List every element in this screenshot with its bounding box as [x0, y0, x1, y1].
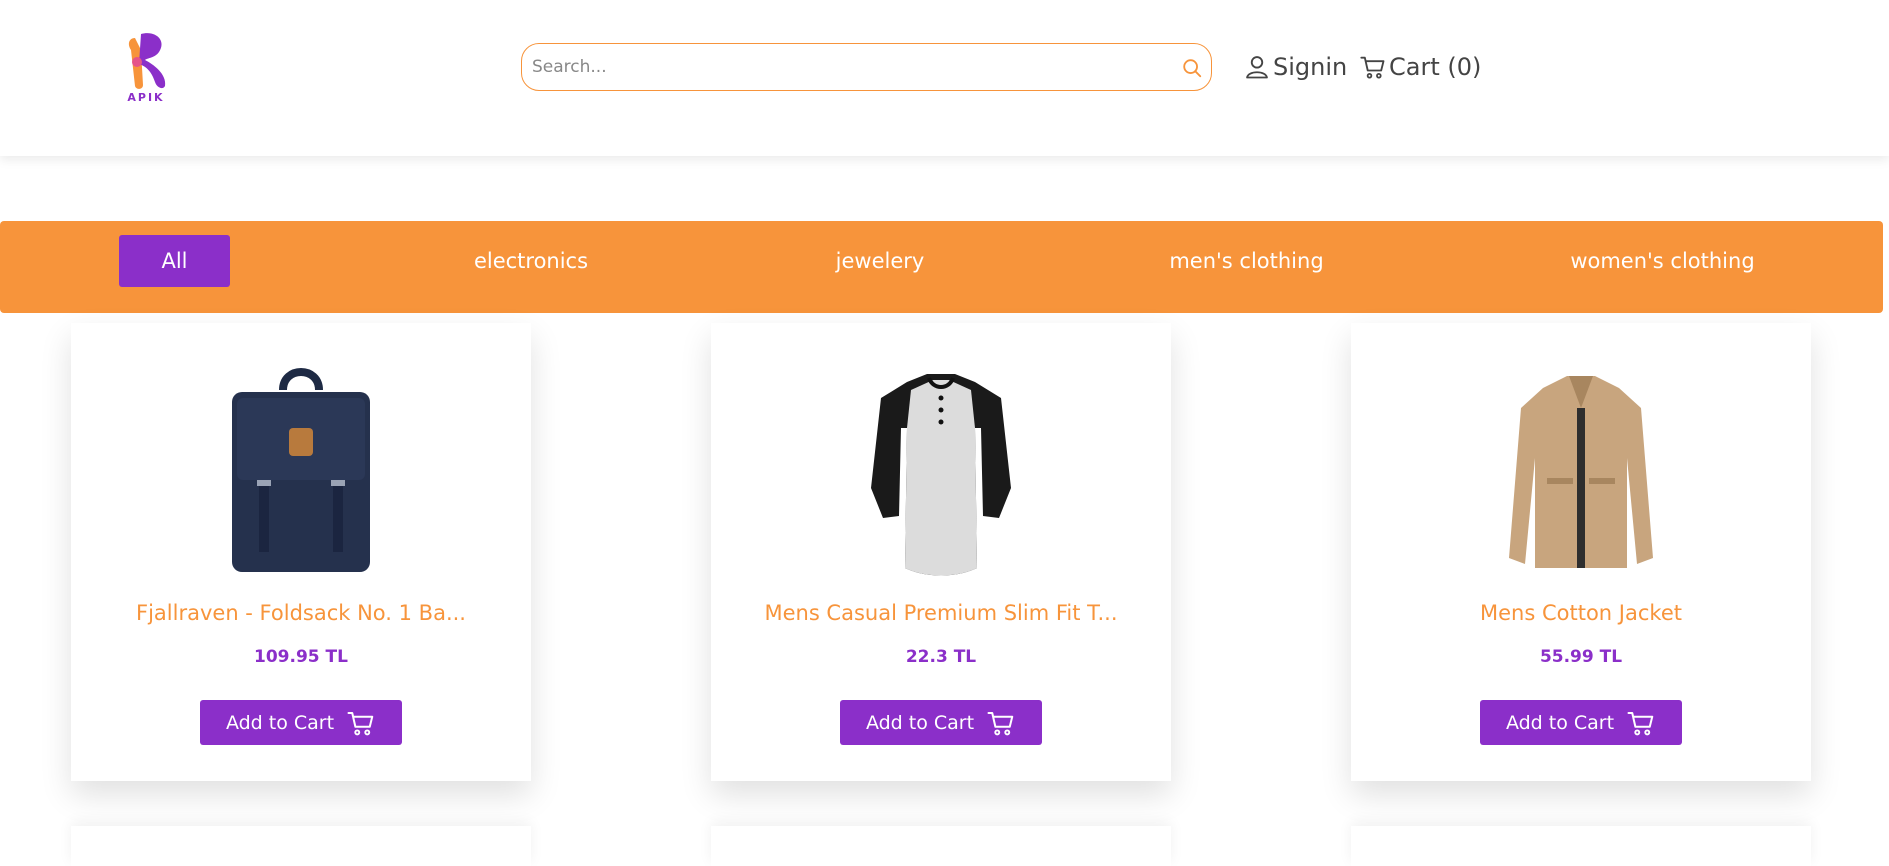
add-to-cart-label: Add to Cart	[865, 711, 975, 734]
add-to-cart-label: Add to Cart	[225, 711, 335, 734]
category-mens-clothing[interactable]: men's clothing	[1160, 235, 1333, 287]
product-card: Mens Casual Premium Slim Fit T... 22.3 T…	[711, 323, 1171, 781]
brand-logo[interactable]: APIK	[121, 30, 171, 104]
category-womens-clothing[interactable]: women's clothing	[1560, 235, 1765, 287]
cart-icon	[347, 711, 374, 735]
signin-link[interactable]: Signin	[1243, 50, 1347, 84]
cart-icon	[1360, 56, 1385, 79]
add-to-cart-button[interactable]: Add to Cart	[840, 700, 1042, 745]
product-card-partial	[1351, 826, 1811, 866]
user-icon	[1246, 56, 1268, 79]
category-bar: All electronics jewelery men's clothing …	[0, 221, 1883, 313]
search-icon[interactable]	[1181, 57, 1203, 79]
site-header: APIK Signin Cart (0)	[0, 0, 1889, 156]
category-jewelery[interactable]: jewelery	[825, 235, 935, 287]
product-price: 109.95 TL	[254, 647, 348, 667]
cart-icon	[987, 711, 1014, 735]
add-to-cart-button[interactable]: Add to Cart	[200, 700, 402, 745]
logo-text: APIK	[127, 91, 165, 104]
product-card-partial	[711, 826, 1171, 866]
category-electronics[interactable]: electronics	[455, 235, 607, 287]
search-input[interactable]	[532, 44, 1162, 89]
cart-label: Cart (0)	[1389, 53, 1482, 81]
product-price: 55.99 TL	[1539, 647, 1623, 667]
product-price: 22.3 TL	[905, 647, 977, 667]
category-all[interactable]: All	[119, 235, 230, 287]
search-bar	[521, 43, 1212, 91]
product-title[interactable]: Fjallraven - Foldsack No. 1 Ba...	[71, 601, 531, 625]
product-image-henley-shirt[interactable]	[711, 368, 1171, 578]
add-to-cart-button[interactable]: Add to Cart	[1480, 700, 1682, 745]
add-to-cart-label: Add to Cart	[1505, 711, 1615, 734]
product-title[interactable]: Mens Cotton Jacket	[1351, 601, 1811, 625]
cart-icon	[1627, 711, 1654, 735]
cart-link[interactable]: Cart (0)	[1359, 50, 1481, 84]
product-image-backpack[interactable]	[71, 368, 531, 578]
product-image-cotton-jacket[interactable]	[1351, 368, 1811, 578]
product-title[interactable]: Mens Casual Premium Slim Fit T...	[711, 601, 1171, 625]
product-card-partial	[71, 826, 531, 866]
product-card: Fjallraven - Foldsack No. 1 Ba... 109.95…	[71, 323, 531, 781]
signin-label: Signin	[1273, 53, 1348, 81]
product-card: Mens Cotton Jacket 55.99 TL Add to Cart	[1351, 323, 1811, 781]
logo-icon	[128, 33, 166, 89]
